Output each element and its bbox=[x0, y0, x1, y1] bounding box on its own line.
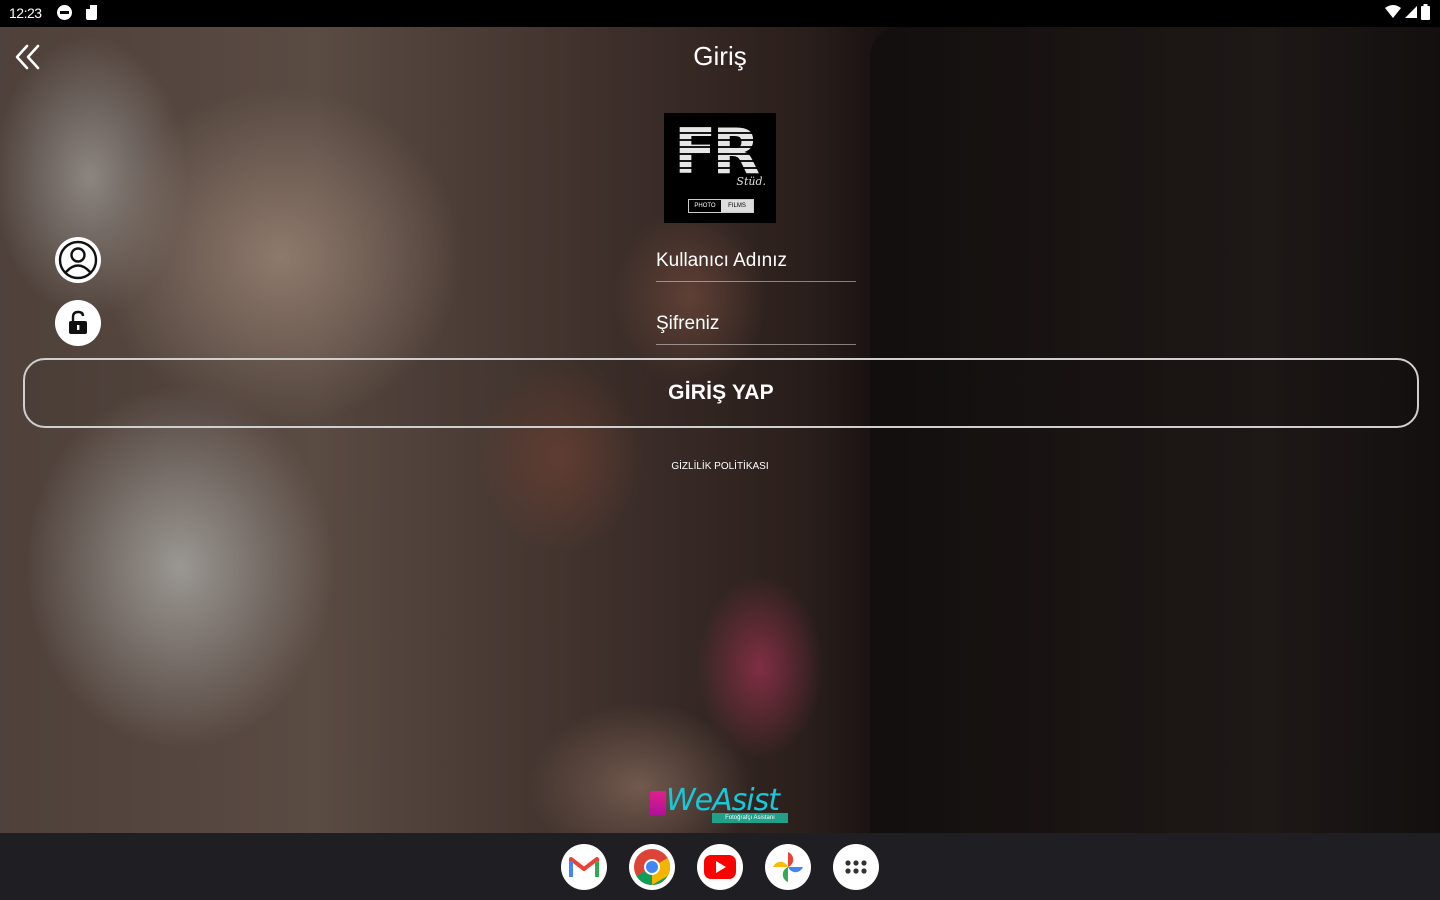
unlock-icon bbox=[55, 300, 101, 346]
login-screen: Giriş FR Stüd. PHOTO FILMS GİRİŞ YAP GİZ… bbox=[0, 27, 1440, 833]
taskbar bbox=[0, 833, 1440, 900]
app-drawer-glyph bbox=[845, 859, 867, 874]
app-drawer-icon[interactable] bbox=[833, 843, 879, 890]
wifi-icon bbox=[1385, 5, 1401, 18]
brand-mark bbox=[650, 791, 666, 815]
status-bar: 12:23 bbox=[0, 0, 1440, 27]
page-title: Giriş bbox=[693, 41, 747, 71]
sd-card-icon bbox=[86, 5, 97, 20]
gmail-icon[interactable] bbox=[561, 843, 607, 890]
studio-logo: FR Stüd. PHOTO FILMS bbox=[664, 113, 776, 223]
login-button[interactable]: GİRİŞ YAP bbox=[23, 358, 1419, 428]
unlock-glyph bbox=[69, 310, 87, 334]
photos-icon[interactable] bbox=[765, 843, 811, 890]
user-glyph bbox=[58, 240, 98, 280]
brand-tagline: Fotoğrafçı Asistanı bbox=[712, 813, 788, 823]
user-circle-icon bbox=[55, 237, 101, 283]
logo-stripes bbox=[676, 127, 766, 173]
username-field[interactable] bbox=[656, 241, 856, 282]
photos-glyph bbox=[773, 851, 803, 882]
logo-badge-right: FILMS bbox=[721, 200, 753, 212]
password-field[interactable] bbox=[656, 304, 856, 345]
system-icons bbox=[1385, 4, 1430, 20]
logo-badge: PHOTO FILMS bbox=[688, 199, 754, 213]
signal-icon bbox=[1405, 6, 1417, 18]
privacy-policy-link[interactable]: GİZLİLİK POLİTİKASI bbox=[620, 461, 820, 472]
weasist-brand-logo: WeAsist Fotoğrafçı Asistanı bbox=[650, 783, 795, 825]
gmail-glyph bbox=[569, 856, 599, 877]
logo-badge-left: PHOTO bbox=[694, 203, 716, 209]
battery-icon bbox=[1421, 4, 1430, 20]
logo-script: Stüd. bbox=[736, 175, 766, 188]
back-button[interactable] bbox=[10, 39, 46, 75]
status-time: 12:23 bbox=[9, 5, 42, 21]
double-chevron-left-icon bbox=[15, 44, 40, 70]
username-input[interactable] bbox=[656, 241, 856, 281]
dnd-icon bbox=[57, 5, 72, 20]
youtube-icon[interactable] bbox=[697, 843, 743, 890]
chrome-glyph bbox=[634, 848, 671, 885]
youtube-glyph bbox=[704, 854, 736, 879]
chrome-icon[interactable] bbox=[629, 843, 675, 890]
password-input[interactable] bbox=[656, 304, 856, 344]
